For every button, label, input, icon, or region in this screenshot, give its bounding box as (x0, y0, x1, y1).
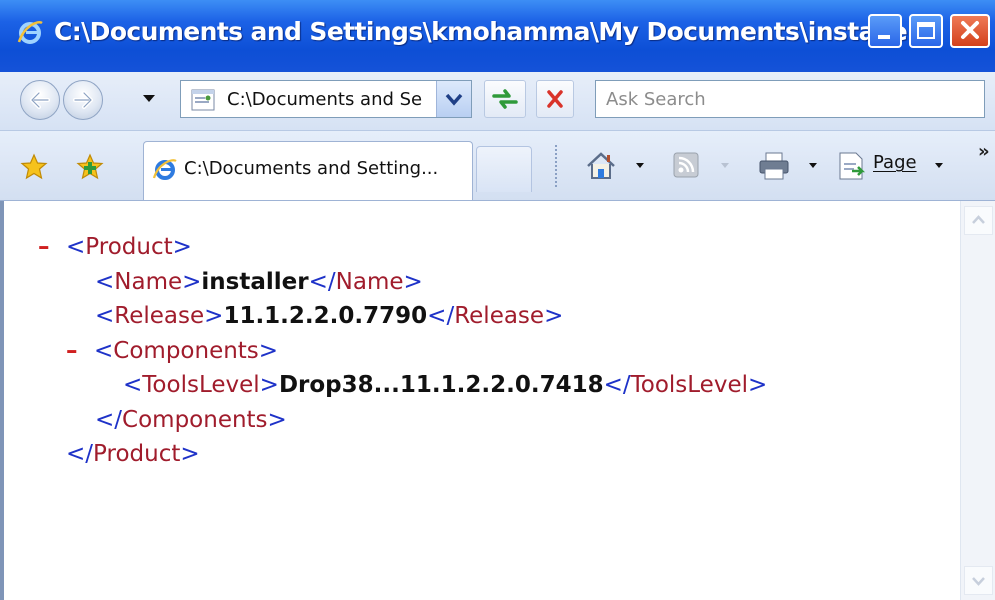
collapse-toggle[interactable]: – (66, 334, 94, 369)
minimize-button[interactable] (868, 14, 902, 48)
scroll-up-icon (972, 215, 985, 224)
xml-line-release: <Release>11.1.2.2.0.7790</Release> (95, 303, 564, 329)
xml-value: 11.1.2.2.0.7790 (223, 303, 428, 329)
forward-arrow-icon (73, 91, 93, 109)
xml-tag: Product (85, 234, 173, 260)
content-area: – <Product> <Name>installer</Name> <Relea… (0, 201, 960, 600)
recent-pages-dropdown-icon[interactable] (142, 94, 156, 104)
xml-line-name: <Name>installer</Name> (95, 268, 423, 295)
window-title: C:\Documents and Settings\kmohamma\My Do… (54, 17, 934, 46)
refresh-button[interactable] (484, 80, 526, 118)
page-menu-button[interactable]: Page (873, 152, 917, 173)
refresh-icon (492, 89, 518, 109)
forward-button[interactable] (63, 80, 103, 120)
new-tab-button[interactable] (476, 146, 532, 192)
print-dropdown-icon[interactable] (808, 162, 818, 170)
search-box[interactable] (595, 80, 985, 118)
scroll-up-button[interactable] (964, 206, 993, 235)
vertical-scrollbar[interactable] (960, 201, 995, 600)
tab-active[interactable]: C:\Documents and Setting... (143, 141, 473, 200)
address-dropdown-icon (445, 93, 463, 106)
xml-tag: ToolsLevel (630, 372, 748, 398)
xml-tag: Name (114, 268, 183, 295)
stop-icon (547, 90, 563, 108)
xml-line-components-close: </Components> (95, 406, 287, 433)
xml-tag: Name (335, 268, 404, 295)
xml-tree: – <Product> <Name>installer</Name> <Relea… (4, 201, 767, 472)
xml-tag: Product (93, 441, 181, 467)
add-favorites-icon[interactable] (75, 153, 105, 181)
close-button[interactable] (950, 14, 990, 48)
xml-line-toolslevel: <ToolsLevel>Drop38...11.1.2.2.0.7418</To… (123, 372, 768, 398)
minimize-icon (878, 35, 890, 39)
xml-value: Drop38...11.1.2.2.0.7418 (278, 372, 604, 398)
search-input[interactable] (596, 81, 984, 117)
title-bar[interactable]: C:\Documents and Settings\kmohamma\My Do… (0, 0, 995, 73)
xml-tag: Release (114, 303, 205, 329)
page-dropdown-icon[interactable] (934, 162, 944, 170)
navigation-bar: C:\Documents and Se (0, 72, 995, 131)
toolbar-overflow-button[interactable]: » (978, 141, 990, 162)
close-icon (961, 21, 979, 39)
scroll-down-button[interactable] (964, 566, 993, 595)
xml-line-components-open: – <Components> (4, 334, 767, 369)
stop-button[interactable] (536, 80, 574, 118)
page-icon[interactable] (836, 151, 868, 181)
maximize-button[interactable] (909, 14, 943, 48)
favorites-star-icon[interactable] (20, 153, 48, 181)
home-dropdown-icon[interactable] (635, 162, 645, 170)
tab-command-bar: C:\Documents and Setting... Page » (0, 131, 995, 201)
rss-feed-icon[interactable] (672, 151, 700, 179)
back-button[interactable] (20, 80, 60, 120)
xml-tag: Components (113, 337, 259, 364)
address-dropdown-button[interactable] (436, 81, 471, 117)
print-icon[interactable] (757, 151, 791, 181)
xml-value: installer (201, 268, 309, 295)
xml-line-product-close: </Product> (66, 441, 200, 467)
maximize-icon (917, 22, 935, 39)
ie-logo-icon (17, 21, 43, 44)
xml-tag: ToolsLevel (142, 372, 260, 398)
tab-ie-icon (152, 159, 177, 180)
xml-tag: Release (454, 303, 545, 329)
back-arrow-icon (30, 91, 50, 109)
collapse-toggle[interactable]: – (38, 230, 66, 265)
scroll-down-icon (972, 577, 985, 586)
address-page-icon (191, 89, 215, 111)
home-icon[interactable] (585, 151, 617, 181)
address-text: C:\Documents and Se (227, 89, 423, 110)
feed-dropdown-icon[interactable] (720, 162, 730, 170)
xml-tag: Components (122, 406, 268, 433)
tab-label: C:\Documents and Setting... (184, 158, 439, 179)
xml-line-product-open: – <Product> (4, 230, 767, 265)
address-bar[interactable]: C:\Documents and Se (180, 80, 472, 118)
browser-window: C:\Documents and Settings\kmohamma\My Do… (0, 0, 995, 600)
toolbar-separator (555, 145, 557, 189)
